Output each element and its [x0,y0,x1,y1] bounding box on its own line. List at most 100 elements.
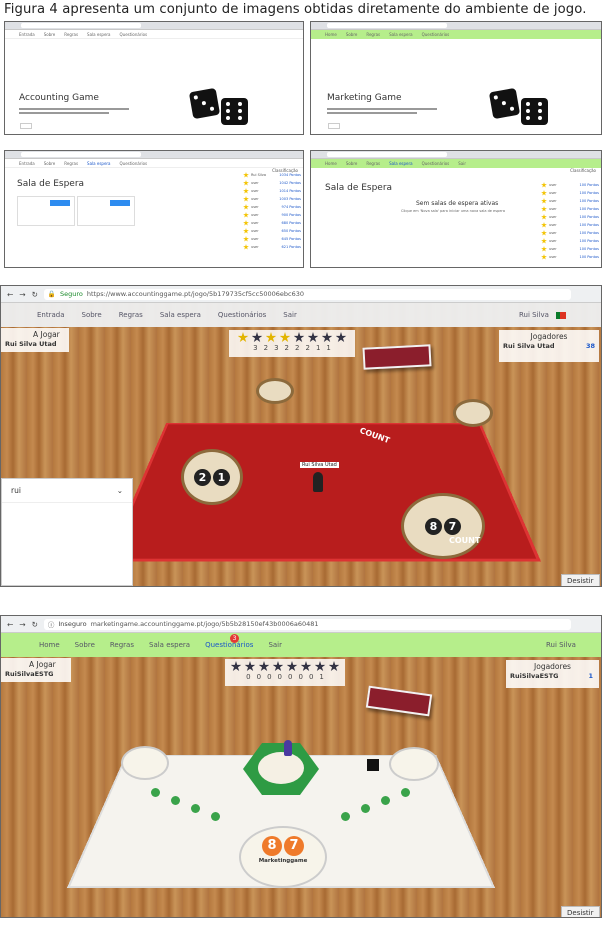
playing-name: RuiSilvaESTG [5,670,54,678]
player-token [284,740,292,756]
player-name: Rui Silva Utad [503,342,555,350]
board-space [341,812,350,821]
nav-bar: Entrada Sobre Regras Sala espera Questionári… [5,159,303,168]
browser-bar [311,22,601,30]
nav-bar: Home Sobre Regras Sala espera Questionários S… [311,159,601,168]
nav-bar: Entrada Sobre Regras Sala espera Questio… [1,303,601,327]
playing-name: Rui Silva Utad [5,340,57,348]
star-icon [293,332,305,343]
star-icon [314,661,326,672]
board-space [191,804,200,813]
waiting-room-title: Sala de Espera [17,179,85,189]
corner-disc [256,378,294,404]
url-text: https://www.accountinggame.pt/jogo/5b179… [86,290,304,298]
nav-regras[interactable]: Regras [119,311,143,319]
star-icon [237,332,249,343]
board-space [171,796,180,805]
nav-sala-espera[interactable]: Sala espera [160,311,201,319]
classification-label: Classificação [570,168,596,173]
start-disc: 21 [181,449,243,505]
flag-icon[interactable] [556,312,566,319]
star-icon [265,332,277,343]
chevron-down-icon: ⌄ [116,486,123,495]
nav-regras[interactable]: Regras [110,641,134,649]
lock-icon: 🔒 [47,290,56,298]
dice-icon [488,87,561,132]
nav-entrada[interactable]: Entrada [37,311,65,319]
notification-badge: 3 [230,634,239,643]
secure-label: Seguro [59,290,83,298]
star-icon [258,661,270,672]
corner-disc [121,746,169,780]
star-icon [244,661,256,672]
star-icon [251,332,263,343]
end-disc: 87 [401,493,485,559]
marketing-game-board-screen: ← → ↻ ⓘ Inseguro marketingame.accounting… [0,615,602,918]
board-logo: Marketinggame [258,858,308,864]
nav-bar: Entrada Sobre Regras Sala espera Questionári… [5,30,303,39]
back-icon[interactable]: ← [7,620,13,629]
start-button[interactable] [20,123,32,129]
room-card[interactable] [77,196,135,226]
insecure-label: Inseguro [58,620,87,628]
nav-questionarios[interactable]: Questionários [218,311,266,319]
browser-bar: ← → ↻ 🔒 Seguro https://www.accountinggam… [1,286,601,303]
playing-panel: A Jogar Rui Silva Utad [1,328,69,352]
nav-sair[interactable]: Sair [268,641,282,649]
card-deck[interactable] [362,344,432,370]
nav-sobre[interactable]: Sobre [75,641,95,649]
address-bar[interactable]: 🔒 Seguro https://www.accountinggame.pt/j… [43,288,571,300]
reload-icon[interactable]: ↻ [32,620,38,629]
star-icon [300,661,312,672]
url-text: marketingame.accountinggame.pt/jogo/5b5b… [90,620,319,628]
waiting-room-title: Sala de Espera [325,183,393,193]
accounting-title: Accounting Game [19,93,99,103]
back-icon[interactable]: ← [7,290,13,299]
user-name[interactable]: Rui Silva [546,641,576,649]
nav-bar: Home Sobre Regras Sala espera Questionários [311,30,601,39]
nav-home[interactable]: Home [39,641,60,649]
board-logo: COUNT [449,536,481,545]
star-icon [286,661,298,672]
forward-icon[interactable]: → [19,290,25,299]
star-score-bar: 32322211 [229,330,355,357]
address-bar[interactable]: ⓘ Inseguro marketingame.accountinggame.p… [43,618,571,630]
quit-button[interactable]: Desistir [561,906,600,917]
star-icon [230,661,242,672]
room-card[interactable] [17,196,75,226]
board-space [151,788,160,797]
quit-button[interactable]: Desistir [561,574,600,586]
player-token [313,472,323,492]
corner-disc [453,399,493,427]
browser-bar [5,22,303,30]
star-icon [279,332,291,343]
nav-sala-espera[interactable]: Sala espera [149,641,190,649]
player-score: 38 [585,342,595,350]
star-icon [272,661,284,672]
board-space [211,812,220,821]
thumb-accounting-home: Entrada Sobre Regras Sala espera Questionári… [4,21,304,135]
reload-icon[interactable]: ↻ [32,290,38,299]
star-icon [328,661,340,672]
browser-bar: ← → ↻ ⓘ Inseguro marketingame.accounting… [1,616,601,633]
start-button[interactable] [328,123,340,129]
nav-questionarios[interactable]: Questionários [205,641,253,649]
nav-sobre[interactable]: Sobre [82,311,102,319]
die-token [367,759,379,771]
star-score-bar: 00000001 [225,659,345,686]
players-panel: Jogadores RuiSilvaESTG 1 [506,660,599,688]
forward-icon[interactable]: → [19,620,25,629]
thumb-marketing-home: Home Sobre Regras Sala espera Questionários … [310,21,602,135]
player-select[interactable]: rui ⌄ [1,478,133,586]
corner-disc [389,747,439,781]
end-disc: 87 Marketinggame [239,826,327,888]
nav-sair[interactable]: Sair [283,311,297,319]
no-rooms-message: Sem salas de espera ativas [416,200,499,207]
center-piece [258,752,304,784]
info-icon: ⓘ [47,621,55,629]
star-icon [307,332,319,343]
card-deck[interactable] [365,685,433,717]
user-name[interactable]: Rui Silva [519,311,549,319]
ranking-list: user 100 Pontos user 100 Pontos user 100 Po… [541,181,599,261]
star-icon [335,332,347,343]
